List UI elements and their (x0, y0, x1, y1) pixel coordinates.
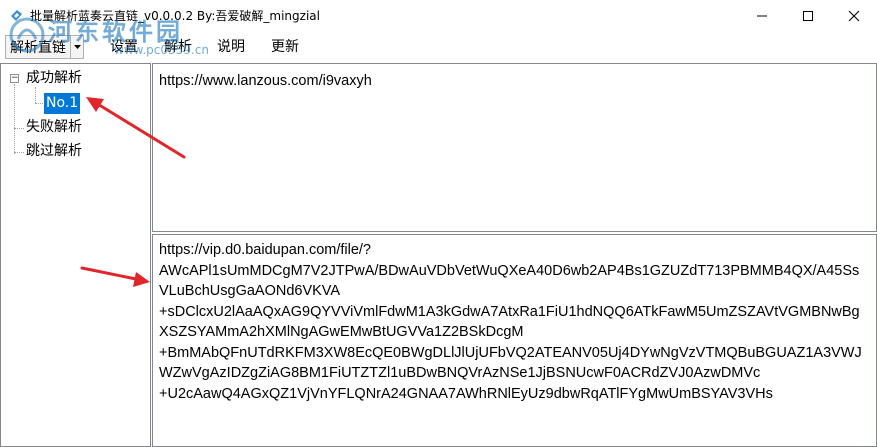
menu-help[interactable]: 说明 (215, 35, 247, 59)
menu-settings[interactable]: 设置 (108, 35, 140, 59)
close-icon (848, 10, 860, 21)
menu-parse[interactable]: 解析 (162, 35, 194, 59)
output-link-textbox[interactable]: https://vip.d0.baidupan.com/file/? AWcAP… (152, 234, 877, 447)
window-title: 批量解析蓝奏云直链_v0.0.0.2 By:吾爱破解_mingzial (30, 9, 320, 23)
maximize-button[interactable] (785, 0, 831, 31)
app-icon (11, 10, 22, 21)
maximize-icon (803, 10, 813, 21)
parse-direct-link-button[interactable]: 解析直链 (5, 35, 70, 59)
tree-connector (14, 128, 24, 129)
parse-direct-link-split-button[interactable]: 解析直链 (5, 35, 84, 59)
tree-collapse-icon[interactable]: − (10, 74, 19, 83)
output-link-text: https://vip.d0.baidupan.com/file/? AWcAP… (159, 242, 862, 402)
dropdown-arrow-icon[interactable] (70, 35, 84, 59)
close-button[interactable] (831, 0, 877, 31)
tree-connector (14, 84, 15, 154)
minimize-button[interactable] (739, 0, 785, 31)
menu-update[interactable]: 更新 (269, 35, 301, 59)
tree-connector (14, 152, 24, 153)
input-url-text: https://www.lanzous.com/i9vaxyh (159, 73, 372, 89)
title-bar[interactable]: 批量解析蓝奏云直链_v0.0.0.2 By:吾爱破解_mingzial (0, 0, 877, 31)
tree-node-failed[interactable]: 失败解析 (26, 117, 82, 138)
tree-node-no1[interactable]: No.1 (44, 93, 81, 114)
minimize-icon (757, 15, 767, 16)
tree-node-success[interactable]: 成功解析 (26, 68, 82, 89)
menu-bar: 解析直链 设置 解析 说明 更新 (0, 33, 877, 61)
tree-node-skipped[interactable]: 跳过解析 (26, 141, 82, 162)
result-tree[interactable]: − 成功解析 No.1 失败解析 跳过解析 (0, 63, 151, 447)
input-url-textbox[interactable]: https://www.lanzous.com/i9vaxyh (152, 63, 877, 232)
tree-connector (35, 87, 36, 103)
